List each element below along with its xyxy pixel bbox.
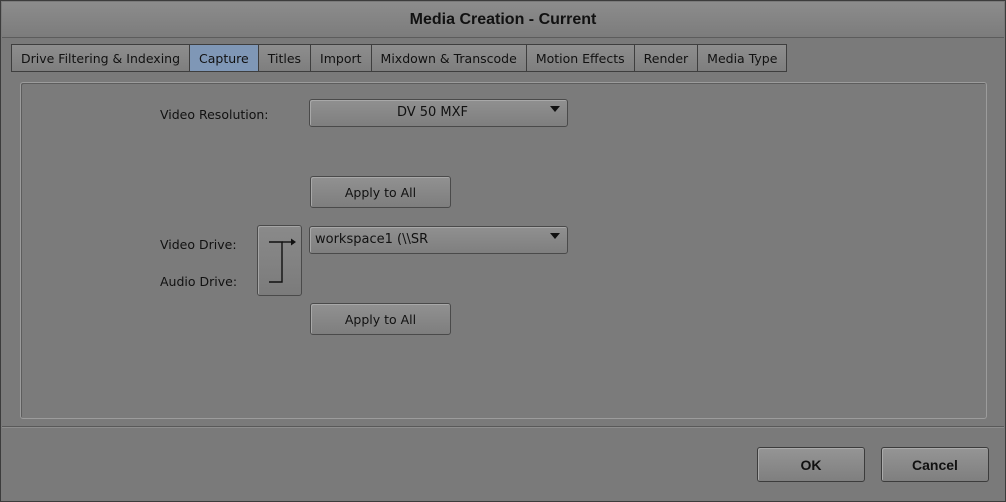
ok-button[interactable]: OK: [757, 447, 865, 482]
window-title: Media Creation - Current: [409, 10, 597, 28]
button-label: Apply to All: [344, 311, 417, 327]
video-resolution-value: DV 50 MXF: [396, 105, 469, 120]
bracket-link-icon: [269, 238, 296, 283]
tab-label: Media Type: [707, 50, 778, 66]
tab-import[interactable]: Import: [311, 44, 372, 72]
button-label: Apply to All: [344, 184, 417, 200]
cancel-button[interactable]: Cancel: [881, 447, 989, 482]
tab-render[interactable]: Render: [634, 44, 699, 72]
tab-drive-filtering-indexing[interactable]: Drive Filtering & Indexing: [11, 44, 191, 72]
chevron-down-icon: [550, 106, 560, 112]
tab-label: Drive Filtering & Indexing: [21, 50, 181, 66]
video-resolution-label: Video Resolution:: [160, 107, 269, 122]
video-resolution-dropdown[interactable]: DV 50 MXF: [309, 99, 568, 127]
drive-dropdown[interactable]: workspace1 (\\SR: [309, 226, 568, 254]
tab-label: Mixdown & Transcode: [380, 50, 517, 66]
footer-divider-highlight: [2, 427, 1004, 428]
tab-label: Import: [320, 50, 362, 66]
video-drive-label: Video Drive:: [160, 237, 237, 252]
tab-mixdown-transcode[interactable]: Mixdown & Transcode: [371, 44, 527, 72]
drive-link-toggle[interactable]: [257, 225, 302, 296]
apply-to-all-resolution-button[interactable]: Apply to All: [310, 176, 451, 208]
audio-drive-label: Audio Drive:: [160, 274, 238, 289]
tab-bar: Drive Filtering & Indexing Capture Title…: [11, 44, 788, 72]
tab-media-type[interactable]: Media Type: [698, 44, 788, 72]
media-creation-dialog: Media Creation - Current Drive Filtering…: [0, 0, 1006, 502]
tab-motion-effects[interactable]: Motion Effects: [526, 44, 635, 72]
tab-label: Capture: [199, 50, 249, 66]
button-label: OK: [800, 456, 822, 473]
tab-label: Titles: [267, 50, 302, 66]
tab-label: Render: [643, 50, 689, 66]
button-label: Cancel: [912, 456, 958, 473]
apply-to-all-drives-button[interactable]: Apply to All: [310, 303, 451, 335]
tab-label: Motion Effects: [535, 50, 625, 66]
tab-titles[interactable]: Titles: [258, 44, 312, 72]
tab-capture[interactable]: Capture: [190, 44, 259, 72]
title-bar[interactable]: Media Creation - Current: [2, 2, 1004, 38]
drive-value: workspace1 (\\SR: [315, 232, 429, 247]
chevron-down-icon: [550, 233, 560, 239]
